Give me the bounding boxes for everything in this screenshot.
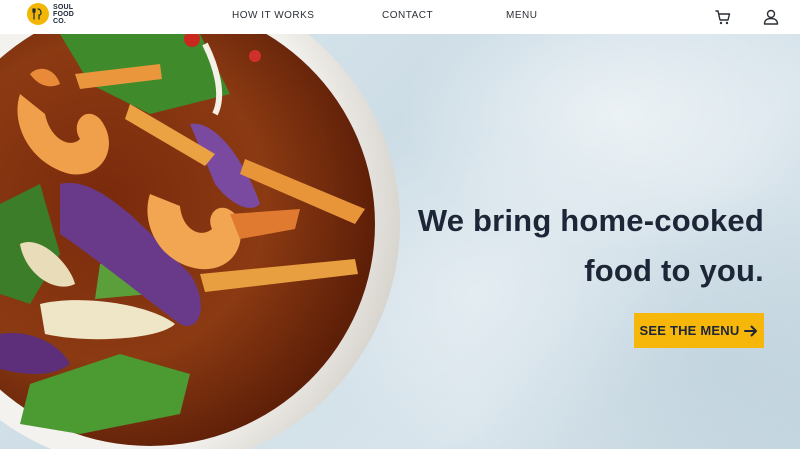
headline-line-2: food to you. [584, 253, 764, 288]
nav-menu[interactable]: MENU [506, 10, 537, 21]
cta-label: SEE THE MENU [639, 323, 740, 338]
hero-headline: We bring home-cooked food to you. [418, 196, 764, 296]
logo-icon [27, 3, 49, 25]
see-the-menu-button[interactable]: SEE THE MENU [634, 313, 764, 348]
site-header: SOUL FOOD CO. HOW IT WORKS CONTACT MENU [0, 0, 800, 34]
nav-how-it-works[interactable]: HOW IT WORKS [232, 10, 314, 21]
logo[interactable]: SOUL FOOD CO. [27, 3, 74, 25]
food-bowl-image [0, 34, 400, 449]
cart-icon[interactable] [714, 8, 732, 26]
arrow-right-icon [744, 325, 758, 337]
headline-line-1: We bring home-cooked [417, 203, 764, 238]
user-icon[interactable] [762, 8, 780, 26]
logo-text: SOUL FOOD CO. [53, 3, 75, 25]
hero-section: We bring home-cooked food to you. SEE TH… [0, 34, 800, 449]
nav-contact[interactable]: CONTACT [382, 10, 433, 21]
